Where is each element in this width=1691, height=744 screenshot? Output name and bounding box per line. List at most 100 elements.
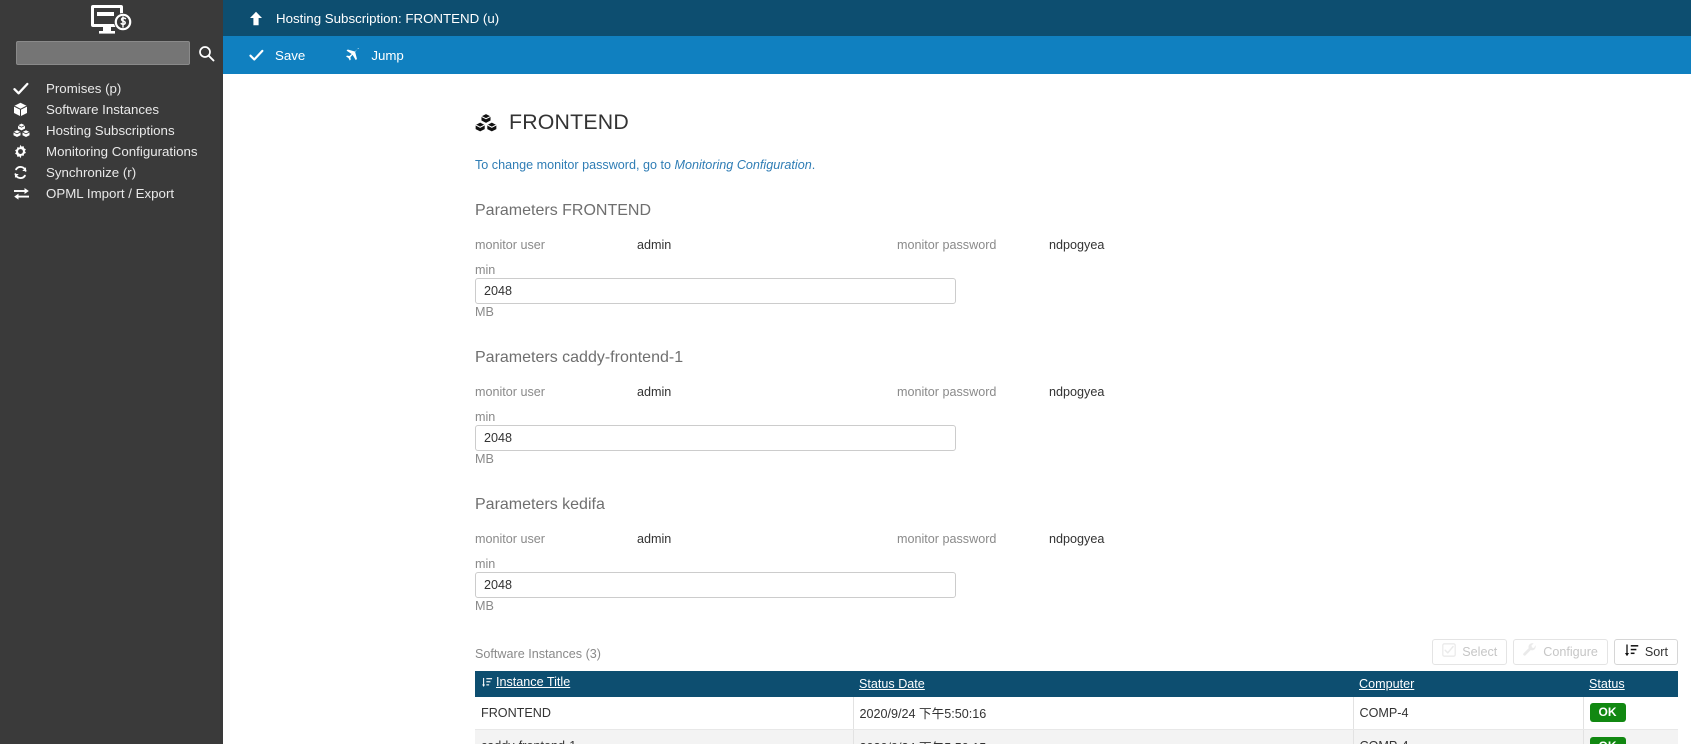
action-bar: Save Jump [223, 36, 1691, 74]
sort-icon [1624, 643, 1639, 661]
main-area: Hosting Subscription: FRONTEND (u) Save … [223, 0, 1691, 744]
sidebar-item-synchronize[interactable]: Synchronize (r) [0, 162, 223, 183]
cell-computer: COMP-4 [1353, 729, 1584, 744]
section-title: Parameters kedifa [475, 495, 605, 513]
wrench-icon [1523, 643, 1537, 660]
configure-label: Configure [1543, 644, 1598, 659]
table-header-row: Instance Title Status Date Computer Stat… [475, 670, 1678, 697]
monitor-user-label: monitor user [475, 531, 545, 546]
monitor-password-value: ndpogyea [1049, 237, 1105, 252]
parameters-group: monitor user admin monitor password ndpo… [223, 381, 1691, 466]
sidebar-item-hosting-subscriptions[interactable]: Hosting Subscriptions [0, 120, 223, 141]
page-title: FRONTEND [509, 110, 629, 135]
section-title: Parameters FRONTEND [475, 201, 652, 219]
table-caption: Software Instances (3) [475, 646, 601, 661]
topbar-title: Hosting Subscription: FRONTEND (u) [276, 10, 500, 26]
topbar: Hosting Subscription: FRONTEND (u) [223, 0, 1691, 36]
cubes-icon [475, 113, 497, 133]
check-icon [13, 82, 39, 96]
monitor-password-value: ndpogyea [1049, 384, 1105, 399]
sidebar-item-label: Monitoring Configurations [46, 144, 198, 159]
checkbox-icon [1442, 643, 1457, 660]
save-button[interactable]: Save [223, 36, 315, 74]
app-logo[interactable] [0, 0, 223, 36]
monitor-password-label: monitor password [897, 531, 997, 546]
min-free-disk-label: min free disk MB [475, 556, 497, 613]
sidebar: Promises (p) Software Instances Hosting … [0, 0, 223, 744]
column-instance-title[interactable]: Instance Title [475, 670, 853, 697]
cell-instance-title[interactable]: FRONTEND [475, 696, 854, 731]
parameters-group: monitor user admin monitor password ndpo… [223, 234, 1691, 319]
sidebar-nav: Promises (p) Software Instances Hosting … [0, 78, 223, 204]
monitor-user-label: monitor user [475, 237, 545, 252]
sidebar-search [0, 38, 223, 68]
app-root: Promises (p) Software Instances Hosting … [0, 0, 1691, 744]
table-row[interactable]: caddy-frontend-1 2020/9/24 下午5:50:15 COM… [475, 729, 1678, 744]
sidebar-item-label: Promises (p) [46, 81, 122, 96]
column-status[interactable]: Status [1583, 670, 1678, 697]
monitor-password-label: monitor password [897, 237, 997, 252]
min-free-disk-input[interactable] [475, 424, 956, 451]
box-icon [13, 102, 39, 117]
sidebar-item-monitoring-configurations[interactable]: Monitoring Configurations [0, 141, 223, 162]
search-button[interactable] [198, 45, 215, 62]
sidebar-item-label: Hosting Subscriptions [46, 123, 175, 138]
search-icon [199, 45, 215, 61]
min-free-disk-input[interactable] [475, 277, 956, 304]
sidebar-item-label: Synchronize (r) [46, 165, 137, 180]
min-free-disk-input[interactable] [475, 571, 956, 598]
status-badge: OK [1589, 736, 1626, 744]
software-instances-table-block: Software Instances (3) Select Configure … [223, 638, 1691, 744]
monitor-password-note: To change monitor password, go to Monito… [223, 158, 1691, 172]
table-row[interactable]: FRONTEND 2020/9/24 下午5:50:16 COMP-4 OK [475, 696, 1678, 731]
select-label: Select [1462, 644, 1498, 659]
gear-icon [13, 144, 39, 159]
sort-asc-icon [481, 676, 494, 689]
column-label[interactable]: Computer [1359, 677, 1414, 691]
sidebar-item-promises[interactable]: Promises (p) [0, 78, 223, 99]
monitoring-configuration-link[interactable]: Monitoring Configuration [675, 158, 812, 172]
status-badge: OK [1589, 703, 1626, 723]
column-label[interactable]: Status [1589, 677, 1625, 691]
min-free-disk-label: min free disk MB [475, 262, 497, 319]
sync-icon [13, 165, 39, 180]
column-status-date[interactable]: Status Date [853, 670, 1353, 697]
page-content: FRONTEND To change monitor password, go … [223, 74, 1691, 744]
save-label: Save [275, 47, 306, 63]
note-suffix: . [811, 157, 816, 172]
section-title: Parameters caddy-frontend-1 [475, 348, 684, 366]
column-label[interactable]: Instance Title [496, 675, 570, 689]
monitor-password-label: monitor password [897, 384, 997, 399]
search-input[interactable] [16, 41, 190, 65]
arrow-up-icon[interactable] [249, 11, 263, 26]
table-toolbar: Software Instances (3) Select Configure … [223, 638, 1691, 665]
column-label[interactable]: Status Date [859, 677, 925, 691]
sidebar-item-opml-import-export[interactable]: OPML Import / Export [0, 183, 223, 204]
table-buttons: Select Configure Sort [1432, 638, 1678, 665]
cell-status-date: 2020/9/24 下午5:50:15 [853, 729, 1354, 744]
note-prefix: To change monitor password, go to [475, 157, 675, 172]
cell-status-date: 2020/9/24 下午5:50:16 [853, 696, 1354, 731]
sort-button[interactable]: Sort [1613, 638, 1678, 665]
sidebar-item-label: Software Instances [46, 102, 160, 117]
cell-status: OK [1583, 729, 1678, 744]
configure-button: Configure [1513, 638, 1608, 665]
table-body: FRONTEND 2020/9/24 下午5:50:16 COMP-4 OK c… [475, 696, 1678, 744]
monitor-user-label: monitor user [475, 384, 545, 399]
jump-label: Jump [371, 47, 404, 63]
jump-button[interactable]: Jump [315, 36, 414, 74]
software-instances-table: Instance Title Status Date Computer Stat… [475, 670, 1678, 744]
monitor-user-value: admin [637, 237, 672, 252]
table-header: Instance Title Status Date Computer Stat… [475, 670, 1678, 697]
min-free-disk-label: min free disk MB [475, 409, 497, 466]
page-header: FRONTEND [223, 74, 1691, 150]
cell-instance-title[interactable]: caddy-frontend-1 [475, 729, 854, 744]
monitor-user-value: admin [637, 384, 672, 399]
sort-label: Sort [1644, 644, 1668, 659]
sidebar-item-software-instances[interactable]: Software Instances [0, 99, 223, 120]
check-icon [249, 49, 264, 62]
monitor-user-value: admin [637, 531, 672, 546]
cell-computer: COMP-4 [1353, 696, 1584, 731]
parameters-group: monitor user admin monitor password ndpo… [223, 528, 1691, 613]
column-computer[interactable]: Computer [1353, 670, 1583, 697]
